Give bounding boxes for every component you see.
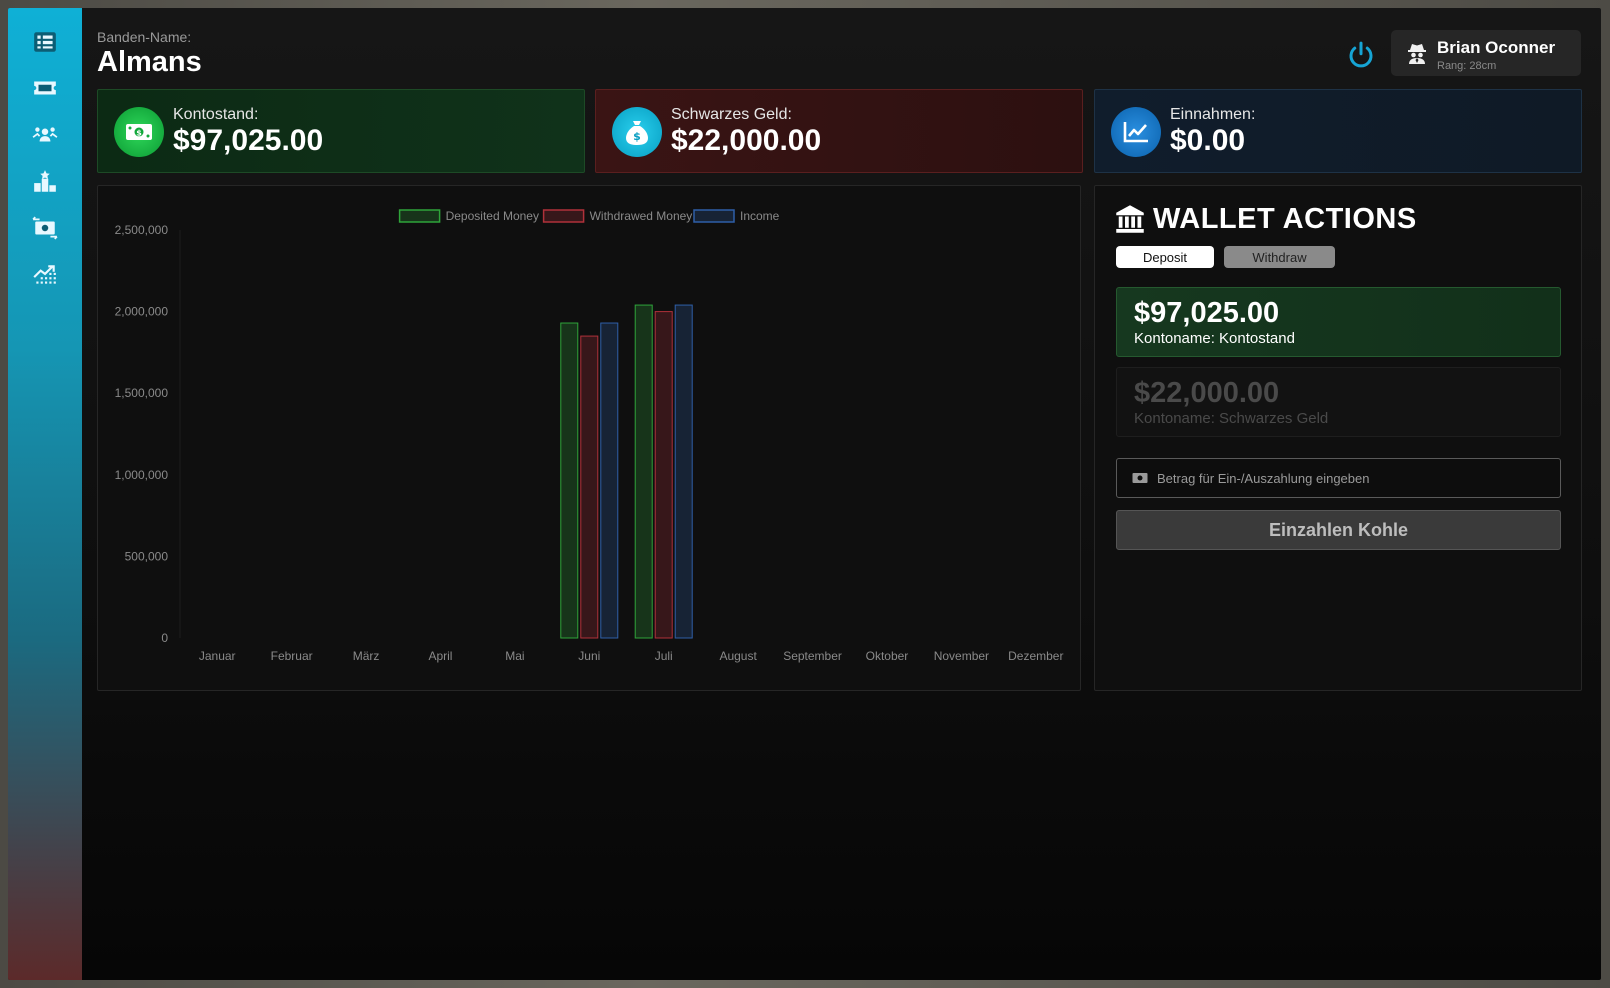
y-tick-label: 2,500,000 bbox=[115, 223, 169, 237]
stat-value: $97,025.00 bbox=[173, 124, 324, 157]
account-name: Kontoname: Kontostand bbox=[1134, 330, 1295, 347]
x-tick-label: Mai bbox=[505, 649, 524, 663]
svg-text:$: $ bbox=[136, 129, 142, 138]
svg-text:$: $ bbox=[633, 130, 641, 143]
stat-card-income: Einnahmen: $0.00 bbox=[1094, 89, 1582, 173]
user-card[interactable]: Brian Oconner Rang: 28cm bbox=[1391, 30, 1581, 76]
tab-withdraw[interactable]: Withdraw bbox=[1224, 246, 1335, 268]
legend-label: Withdrawed Money bbox=[590, 209, 693, 223]
gang-name: Almans bbox=[97, 46, 202, 78]
cash-icon: $ bbox=[126, 124, 152, 140]
account-card-schwarzes-geld[interactable]: $22,000.00 Kontoname: Schwarzes Geld bbox=[1116, 367, 1561, 437]
bar bbox=[560, 322, 579, 639]
ranking-icon bbox=[34, 170, 56, 192]
x-tick-label: Januar bbox=[199, 649, 236, 663]
power-icon[interactable] bbox=[1346, 40, 1376, 70]
x-tick-label: April bbox=[428, 649, 452, 663]
chart-line-icon bbox=[1123, 122, 1148, 143]
legend-swatch bbox=[542, 209, 585, 223]
legend-label: Deposited Money bbox=[446, 209, 539, 223]
amount-field[interactable] bbox=[1116, 458, 1561, 498]
sidebar-item-group[interactable] bbox=[31, 121, 59, 149]
bar bbox=[674, 304, 693, 639]
bar-chart: 0 500,000 1,000,000 1,500,000 2,000,000 2,500… bbox=[115, 209, 1064, 663]
user-rank: Rang: 28cm bbox=[1437, 60, 1497, 72]
cash-icon bbox=[1132, 473, 1148, 483]
bar bbox=[580, 335, 599, 639]
gang-name-label: Banden-Name: bbox=[97, 29, 192, 45]
user-name: Brian Oconner bbox=[1437, 38, 1556, 57]
account-value: $22,000.00 bbox=[1134, 377, 1280, 409]
tab-deposit[interactable]: Deposit bbox=[1116, 246, 1214, 268]
x-tick-label: November bbox=[934, 649, 989, 663]
y-tick-label: 500,000 bbox=[125, 549, 169, 563]
x-tick-label: September bbox=[783, 649, 842, 663]
x-tick-label: Februar bbox=[271, 649, 313, 663]
x-tick-label: Dezember bbox=[1008, 649, 1063, 663]
sidebar-item-transfer[interactable] bbox=[31, 214, 59, 242]
group-icon bbox=[32, 127, 58, 142]
legend-swatch bbox=[398, 209, 441, 223]
deposit-submit-button[interactable]: Einzahlen Kohle bbox=[1116, 510, 1561, 550]
stat-icon-circle: $ bbox=[612, 107, 662, 157]
amount-input[interactable] bbox=[1157, 459, 1547, 497]
y-tick-label: 2,000,000 bbox=[115, 305, 169, 319]
stat-card-black-money: $ Schwarzes Geld: $22,000.00 bbox=[595, 89, 1083, 173]
stat-label: Kontostand: bbox=[173, 106, 259, 123]
stat-card-balance: $ Kontostand: $97,025.00 bbox=[97, 89, 585, 173]
stat-icon-circle: $ bbox=[114, 107, 164, 157]
stat-label: Schwarzes Geld: bbox=[671, 106, 792, 123]
y-tick-label: 1,000,000 bbox=[115, 468, 169, 482]
stat-value: $22,000.00 bbox=[671, 124, 822, 157]
stat-value: $0.00 bbox=[1170, 124, 1246, 157]
wallet-title-text: WALLET ACTIONS bbox=[1153, 202, 1417, 235]
x-tick-label: Juli bbox=[655, 649, 673, 663]
bar bbox=[634, 304, 653, 639]
ticket-icon bbox=[34, 81, 56, 95]
wallet-title: WALLET ACTIONS bbox=[1115, 202, 1417, 236]
account-value: $97,025.00 bbox=[1134, 297, 1280, 329]
x-tick-label: Juni bbox=[578, 649, 600, 663]
sidebar bbox=[8, 8, 82, 980]
account-card-kontostand[interactable]: $97,025.00 Kontoname: Kontostand bbox=[1116, 287, 1561, 357]
gang-wallet-window: Banden-Name: Almans Brian Oconner Rang: … bbox=[8, 8, 1601, 980]
y-tick-label: 0 bbox=[161, 631, 168, 645]
bar bbox=[654, 311, 673, 639]
spy-icon bbox=[1408, 44, 1426, 64]
money-transfer-icon bbox=[32, 216, 58, 240]
wallet-actions-panel: WALLET ACTIONS Deposit Withdraw $97,025.… bbox=[1094, 185, 1582, 691]
bar bbox=[600, 322, 619, 639]
stat-icon-circle bbox=[1111, 107, 1161, 157]
list-icon bbox=[34, 32, 56, 52]
sidebar-item-ranking[interactable] bbox=[31, 168, 59, 196]
sidebar-item-list[interactable] bbox=[31, 28, 59, 56]
sidebar-item-ticket[interactable] bbox=[31, 74, 59, 102]
y-tick-label: 1,500,000 bbox=[115, 386, 169, 400]
monthly-chart: 0 500,000 1,000,000 1,500,000 2,000,000 2,500… bbox=[97, 185, 1081, 691]
x-tick-label: März bbox=[353, 649, 380, 663]
account-name: Kontoname: Schwarzes Geld bbox=[1134, 410, 1329, 427]
legend-swatch bbox=[693, 209, 735, 223]
sidebar-item-stats[interactable] bbox=[31, 261, 59, 289]
stat-label: Einnahmen: bbox=[1170, 106, 1256, 123]
x-tick-label: Oktober bbox=[866, 649, 909, 663]
money-bag-icon: $ bbox=[626, 121, 648, 145]
legend-label: Income bbox=[740, 209, 780, 223]
bank-icon bbox=[1116, 205, 1144, 233]
stats-icon bbox=[33, 265, 56, 284]
x-tick-label: August bbox=[719, 649, 757, 663]
